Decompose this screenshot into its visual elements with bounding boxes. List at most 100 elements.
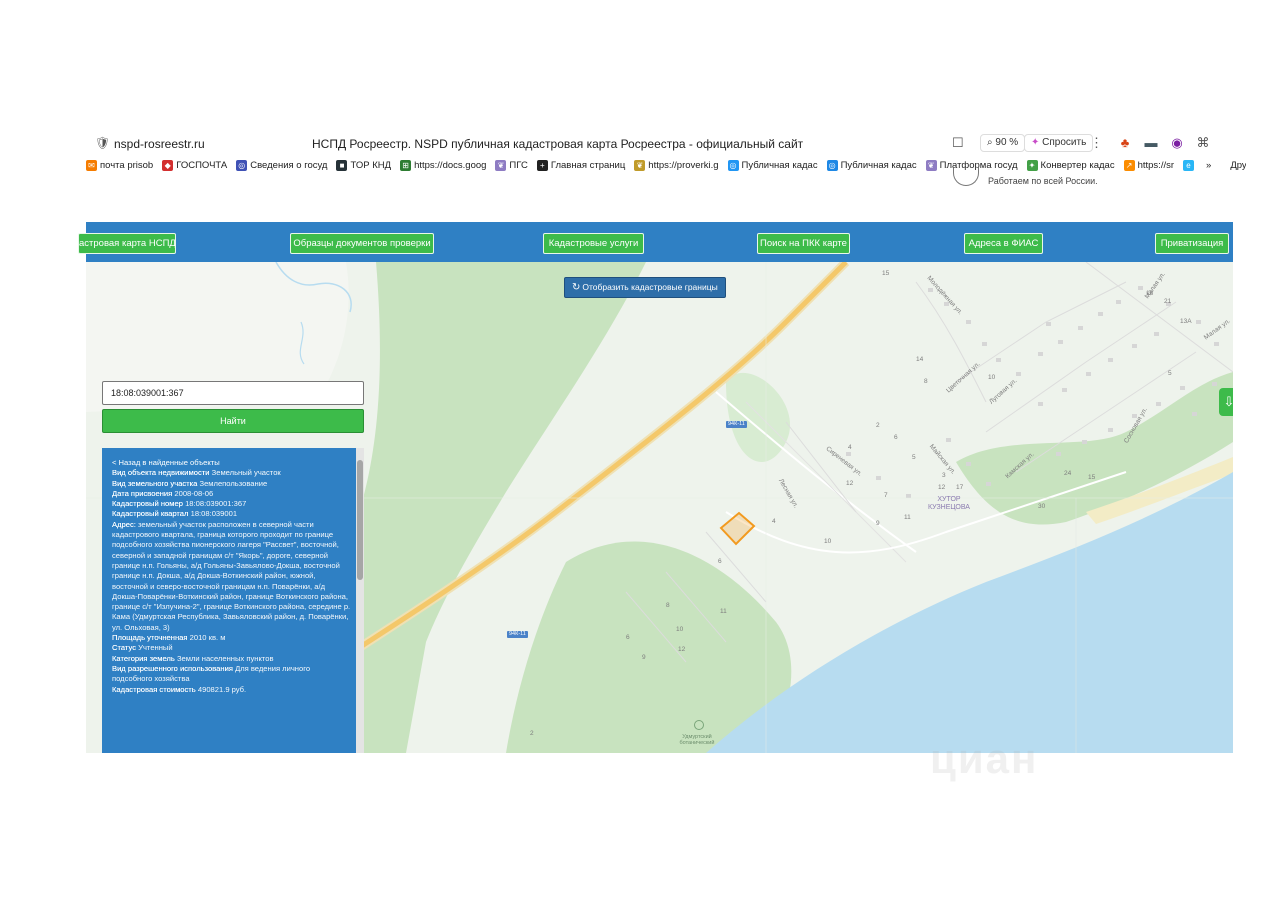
ask-button[interactable]: ✦ Спросить (1024, 134, 1094, 152)
info-value: Земельный участок (211, 468, 281, 478)
back-to-results-link[interactable]: < Назад в найденные объекты (112, 458, 352, 468)
extension-puzzle-icon[interactable]: ⌘ (1194, 134, 1212, 152)
info-row: Кадастровый квартал 18:08:039001 (112, 509, 352, 519)
nav-item-privatization[interactable]: Приватизация (1155, 233, 1229, 254)
bookmark-label: https://docs.goog (414, 159, 487, 171)
emblem-icon: ❦ (634, 159, 646, 171)
info-key: Дата присвоения (112, 488, 173, 498)
info-value: 2008-08-06 (174, 488, 214, 498)
house-number: 10 (988, 374, 996, 381)
extension-shield-icon[interactable]: ▬ (1142, 134, 1160, 152)
address-url[interactable]: nspd-rosreestr.ru (114, 137, 205, 151)
house-number: 2 (876, 422, 880, 429)
zoom-indicator[interactable]: ⌕ 90 % (980, 134, 1026, 152)
zoom-value: 90 % (995, 137, 1019, 148)
show-cadastral-boundaries-label: Отобразить кадастровые границы (582, 282, 718, 292)
road-badge: 94К-11 (726, 421, 747, 428)
house-number: 8 (666, 602, 670, 609)
find-button[interactable]: Найти (102, 409, 364, 433)
bookmark-item[interactable]: ◆ ГОСПОЧТА (162, 159, 227, 171)
house-number: 12 (938, 484, 946, 491)
converter-icon: ✦ (1026, 159, 1038, 171)
info-scrollbar[interactable] (356, 448, 364, 753)
info-value: Учтенный (138, 643, 173, 653)
bookmark-icon[interactable]: ☐ (952, 135, 964, 151)
bookmark-label: ТОР КНД (350, 159, 392, 171)
info-key: Кадастровый квартал (112, 509, 189, 519)
info-row: Категория земель Земли населенных пункто… (112, 654, 352, 664)
more-vertical-icon[interactable]: ⋮ (1090, 135, 1103, 151)
other-bookmarks-button[interactable]: Другие за (1230, 160, 1246, 171)
info-row: Вид земельного участка Землепользование (112, 479, 352, 489)
info-row: Статус Учтенный (112, 643, 352, 653)
info-value: 490821.9 руб. (197, 684, 247, 694)
house-number: 6 (626, 634, 630, 641)
road-badge: 94К-11 (507, 631, 528, 638)
info-value: земельный участок расположен в северной … (112, 519, 351, 632)
info-row: Адрес: земельный участок расположен в се… (112, 520, 352, 633)
nav-item-cadastral-services[interactable]: Кадастровые услуги (543, 233, 644, 254)
bookmark-item[interactable]: ◎ Сведения о госуд (236, 159, 328, 171)
house-number: 6 (894, 434, 898, 441)
house-number: 12 (846, 480, 854, 487)
info-value: 18:08:039001 (190, 509, 238, 519)
info-scrollbar-thumb[interactable] (357, 460, 363, 580)
info-key: Кадастровый номер (112, 499, 183, 509)
house-number: 10 (676, 626, 684, 633)
page-logo-icon (953, 168, 979, 186)
show-cadastral-boundaries-button[interactable]: ↻ Отобразить кадастровые границы (564, 277, 726, 298)
info-key: Адрес: (112, 519, 136, 529)
house-number: 21 (1164, 298, 1172, 305)
bookmark-label: Публичная кадас (840, 159, 917, 171)
house-number: 3 (942, 472, 946, 479)
globe-icon: ◎ (826, 159, 838, 171)
info-row: Кадастровая стоимость 490821.9 руб. (112, 685, 352, 695)
side-panel-toggle-icon[interactable]: ⇩ (1219, 388, 1233, 416)
info-value: Земли населенных пунктов (176, 653, 274, 663)
bookmark-item[interactable]: ■ ТОР КНД (336, 159, 392, 171)
browser-icon: e (1183, 159, 1195, 171)
info-value: 2010 кв. м (189, 633, 226, 643)
extension-circle-icon[interactable]: ◉ (1168, 134, 1186, 152)
bookmark-item[interactable]: ❦ https://proverki.g (634, 159, 719, 171)
extension-mushroom-icon[interactable]: ♣ (1116, 134, 1134, 152)
house-number: 11 (904, 514, 911, 521)
house-number: 8 (924, 378, 928, 385)
nav-item-document-samples[interactable]: Образцы документов проверки (290, 233, 434, 254)
mail-icon: ✉ (86, 159, 97, 171)
bookmark-item[interactable]: e (1183, 159, 1197, 171)
bookmark-item[interactable]: + Главная страниц (536, 159, 625, 171)
bookmark-item[interactable]: ❦ ПГС (495, 159, 528, 171)
nav-item-nspd-map[interactable]: астровая карта НСПД (78, 233, 176, 254)
bookmark-label: Сведения о госуд (250, 159, 328, 171)
object-info-panel: < Назад в найденные объекты Вид объекта … (102, 448, 364, 753)
ask-label: Спросить (1042, 137, 1087, 148)
link-icon: ↗ (1123, 159, 1135, 171)
nav-item-fias-addresses[interactable]: Адреса в ФИАС (964, 233, 1043, 254)
bookmark-item[interactable]: ⊞ https://docs.goog (400, 159, 487, 171)
browser-address-bar: 🛡︎ nspd-rosreestr.ru НСПД Росреестр. NSP… (86, 131, 1246, 155)
cadastral-number-search-input[interactable]: 18:08:039001:367 (102, 381, 364, 405)
house-number: 5 (912, 454, 916, 461)
globe-icon: ◎ (727, 159, 739, 171)
bookmark-item[interactable]: ◎ Публичная кадас (826, 159, 917, 171)
bookmarks-overflow-button[interactable]: » (1206, 160, 1211, 171)
bookmark-item[interactable]: ✉ почта prisob (86, 159, 153, 171)
bookmark-item[interactable]: ✦ Конвертер кадас (1026, 159, 1115, 171)
cadastral-map[interactable]: 94К-11 94К-11 Молодёжная ул. Цветочная у… (86, 262, 1233, 753)
house-number: 7 (884, 492, 888, 499)
botanic-garden-icon (694, 720, 704, 730)
bookmark-item[interactable]: ↗ https://sr (1123, 159, 1174, 171)
screenshot-root: 🛡︎ nspd-rosreestr.ru НСПД Росреестр. NSP… (0, 0, 1280, 905)
info-value: 18:08:039001:367 (185, 499, 247, 509)
cian-watermark: циан (930, 735, 1039, 782)
info-key: Кадастровая стоимость (112, 684, 196, 694)
bookmark-item[interactable]: ◎ Публичная кадас (727, 159, 818, 171)
globe-icon: ◎ (236, 159, 248, 171)
object-info-body: < Назад в найденные объекты Вид объекта … (112, 458, 352, 695)
zoom-icon: ⌕ (987, 137, 993, 148)
nav-item-pkk-search[interactable]: Поиск на ПКК карте (757, 233, 850, 254)
house-number: 30 (1038, 503, 1046, 510)
plus-circle-icon: + (536, 159, 548, 171)
shield-icon[interactable]: 🛡︎ (95, 136, 110, 150)
